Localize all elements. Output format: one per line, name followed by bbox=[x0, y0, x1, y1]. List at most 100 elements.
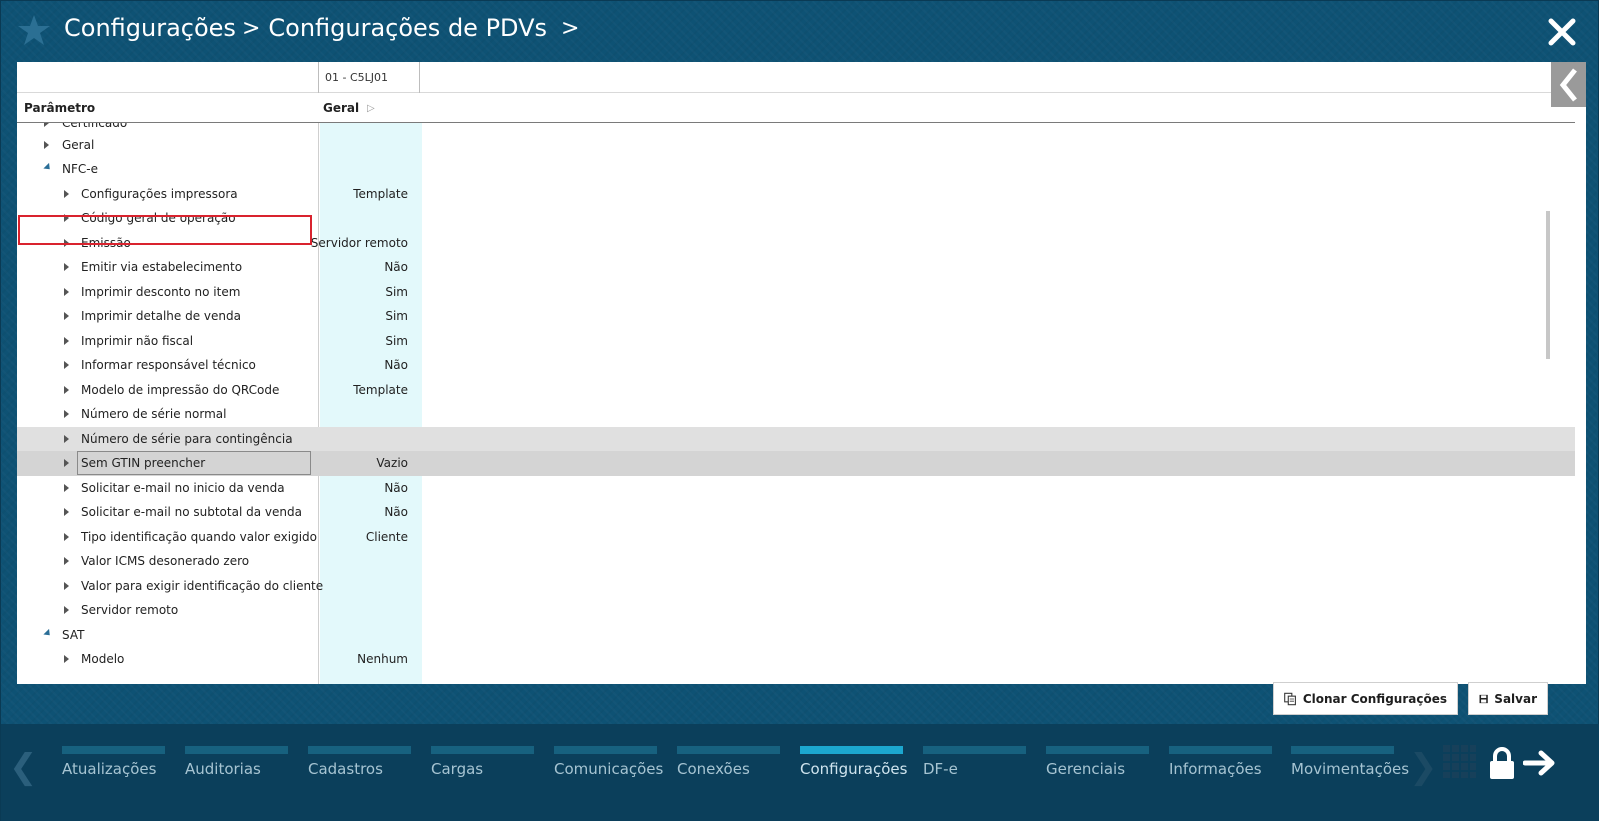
tree-row[interactable]: Valor ICMS desonerado zero bbox=[17, 549, 1575, 574]
collapsed-arrow-icon[interactable] bbox=[64, 361, 69, 369]
collapsed-arrow-icon[interactable] bbox=[64, 459, 69, 467]
tree-row[interactable]: SAT bbox=[17, 623, 1575, 648]
breadcrumb-configuracoes[interactable]: Configurações bbox=[64, 14, 236, 42]
breadcrumb: Configurações > Configurações de PDVs > bbox=[64, 14, 587, 42]
tree-row[interactable]: Modelo de impressão do QRCode Template bbox=[17, 378, 1575, 403]
tree-row[interactable]: NFC-e bbox=[17, 157, 1575, 182]
expanded-arrow-icon[interactable] bbox=[43, 162, 53, 173]
param-label: Solicitar e-mail no inicio da venda bbox=[81, 481, 285, 495]
collapsed-arrow-icon[interactable] bbox=[44, 123, 49, 127]
tree-row[interactable]: Número de série normal bbox=[17, 402, 1575, 427]
nav-item-label: Informações bbox=[1169, 760, 1262, 778]
apps-grid-icon[interactable] bbox=[1443, 745, 1476, 778]
title-bar: Configurações > Configurações de PDVs > bbox=[1, 1, 1599, 61]
nav-item[interactable]: Conexões bbox=[677, 746, 780, 786]
tree-row[interactable]: Imprimir não fiscal Sim bbox=[17, 329, 1575, 354]
nav-item-bar bbox=[1046, 746, 1149, 754]
tree-row[interactable]: Configurações impressora Template bbox=[17, 182, 1575, 207]
bottom-navigation: ❮ Atualizações Auditorias Cadastros Cargas C… bbox=[1, 724, 1599, 821]
param-value[interactable]: Sim bbox=[385, 309, 408, 323]
param-value[interactable]: Sim bbox=[385, 334, 408, 348]
collapsed-arrow-icon[interactable] bbox=[44, 141, 49, 149]
param-label: Valor ICMS desonerado zero bbox=[81, 554, 250, 568]
group-column-title[interactable]: Geral bbox=[323, 101, 359, 115]
collapsed-arrow-icon[interactable] bbox=[64, 484, 69, 492]
tree-row[interactable]: Servidor remoto bbox=[17, 598, 1575, 623]
breadcrumb-chevron[interactable]: > bbox=[561, 16, 579, 41]
breadcrumb-separator: > bbox=[241, 15, 261, 41]
logout-arrow-icon[interactable] bbox=[1523, 749, 1557, 777]
collapsed-arrow-icon[interactable] bbox=[64, 606, 69, 614]
tree-row[interactable]: Modelo Nenhum bbox=[17, 647, 1575, 672]
collapsed-arrow-icon[interactable] bbox=[64, 263, 69, 271]
expanded-arrow-icon[interactable] bbox=[43, 628, 53, 639]
nav-item[interactable]: Cargas bbox=[431, 746, 534, 786]
param-value[interactable]: Sim bbox=[385, 285, 408, 299]
lock-icon[interactable] bbox=[1488, 747, 1516, 780]
nav-item[interactable]: Gerenciais bbox=[1046, 746, 1149, 786]
collapsed-arrow-icon[interactable] bbox=[64, 312, 69, 320]
nav-item[interactable]: Movimentações bbox=[1291, 746, 1409, 786]
tree-row[interactable]: Imprimir desconto no item Sim bbox=[17, 280, 1575, 305]
param-value[interactable]: Nenhum bbox=[357, 652, 408, 666]
param-label: SAT bbox=[62, 628, 85, 642]
collapsed-arrow-icon[interactable] bbox=[64, 533, 69, 541]
nav-item-label: Gerenciais bbox=[1046, 760, 1126, 778]
collapsed-arrow-icon[interactable] bbox=[64, 582, 69, 590]
tree-row[interactable]: Tipo identificação quando valor exigido C… bbox=[17, 525, 1575, 550]
nav-next-icon[interactable]: ❯ bbox=[1409, 747, 1438, 787]
store-header-row: 01 - C5LJ01 bbox=[17, 62, 1586, 93]
param-value[interactable]: Cliente bbox=[366, 530, 408, 544]
collapsed-arrow-icon[interactable] bbox=[64, 655, 69, 663]
tree-row[interactable]: Solicitar e-mail no inicio da venda Não bbox=[17, 476, 1575, 501]
nav-item[interactable]: DF-e bbox=[923, 746, 1026, 786]
tree-row[interactable]: Solicitar e-mail no subtotal da venda Não bbox=[17, 500, 1575, 525]
param-value[interactable]: Não bbox=[384, 358, 408, 372]
tree-row[interactable]: Número de série para contingência bbox=[17, 427, 1575, 452]
scrollbar[interactable] bbox=[1546, 211, 1550, 359]
nav-item[interactable]: Atualizações bbox=[62, 746, 165, 786]
collapsed-arrow-icon[interactable] bbox=[64, 410, 69, 418]
param-value[interactable]: Não bbox=[384, 505, 408, 519]
tree-row[interactable]: Geral bbox=[17, 133, 1575, 158]
tree-row[interactable]: Sem GTIN preencher Vazio bbox=[17, 451, 1575, 476]
collapsed-arrow-icon[interactable] bbox=[64, 288, 69, 296]
param-value[interactable]: Template bbox=[353, 383, 408, 397]
nav-item[interactable]: Informações bbox=[1169, 746, 1272, 786]
nav-item-bar bbox=[554, 746, 657, 754]
star-icon[interactable] bbox=[17, 13, 51, 47]
param-value[interactable]: Servidor remoto bbox=[311, 236, 408, 250]
collapsed-arrow-icon[interactable] bbox=[64, 557, 69, 565]
nav-item[interactable]: Comunicações bbox=[554, 746, 663, 786]
collapsed-arrow-icon[interactable] bbox=[64, 337, 69, 345]
nav-prev-icon[interactable]: ❮ bbox=[9, 747, 38, 787]
param-value[interactable]: Não bbox=[384, 481, 408, 495]
nav-item-label: Movimentações bbox=[1291, 760, 1410, 778]
nav-item[interactable]: Configurações bbox=[800, 746, 907, 786]
save-icon bbox=[1479, 694, 1488, 703]
close-icon[interactable] bbox=[1547, 17, 1577, 47]
tree-row[interactable]: Imprimir detalhe de venda Sim bbox=[17, 304, 1575, 329]
nav-item-bar bbox=[62, 746, 165, 754]
nav-item-bar bbox=[1169, 746, 1272, 754]
param-value[interactable]: Não bbox=[384, 260, 408, 274]
param-label: Emitir via estabelecimento bbox=[81, 260, 243, 274]
param-value[interactable]: Vazio bbox=[376, 456, 408, 470]
collapsed-arrow-icon[interactable] bbox=[64, 435, 69, 443]
tree-row[interactable]: Valor para exigir identificação do clien… bbox=[17, 574, 1575, 599]
nav-item-bar bbox=[800, 746, 903, 754]
expand-group-icon[interactable]: ▷ bbox=[367, 103, 375, 114]
chevron-left-icon[interactable] bbox=[1551, 62, 1586, 107]
collapsed-arrow-icon[interactable] bbox=[64, 190, 69, 198]
nav-item-label: Conexões bbox=[677, 760, 750, 778]
clone-configurations-button[interactable]: Clonar Configurações bbox=[1273, 682, 1458, 715]
tree-row[interactable]: Informar responsável técnico Não bbox=[17, 353, 1575, 378]
nav-item[interactable]: Auditorias bbox=[185, 746, 288, 786]
param-column-title: Parâmetro bbox=[24, 101, 96, 115]
collapsed-arrow-icon[interactable] bbox=[64, 508, 69, 516]
save-button[interactable]: Salvar bbox=[1468, 682, 1548, 715]
collapsed-arrow-icon[interactable] bbox=[64, 386, 69, 394]
nav-item[interactable]: Cadastros bbox=[308, 746, 411, 786]
param-value[interactable]: Template bbox=[353, 187, 408, 201]
tree-row[interactable]: Emitir via estabelecimento Não bbox=[17, 255, 1575, 280]
